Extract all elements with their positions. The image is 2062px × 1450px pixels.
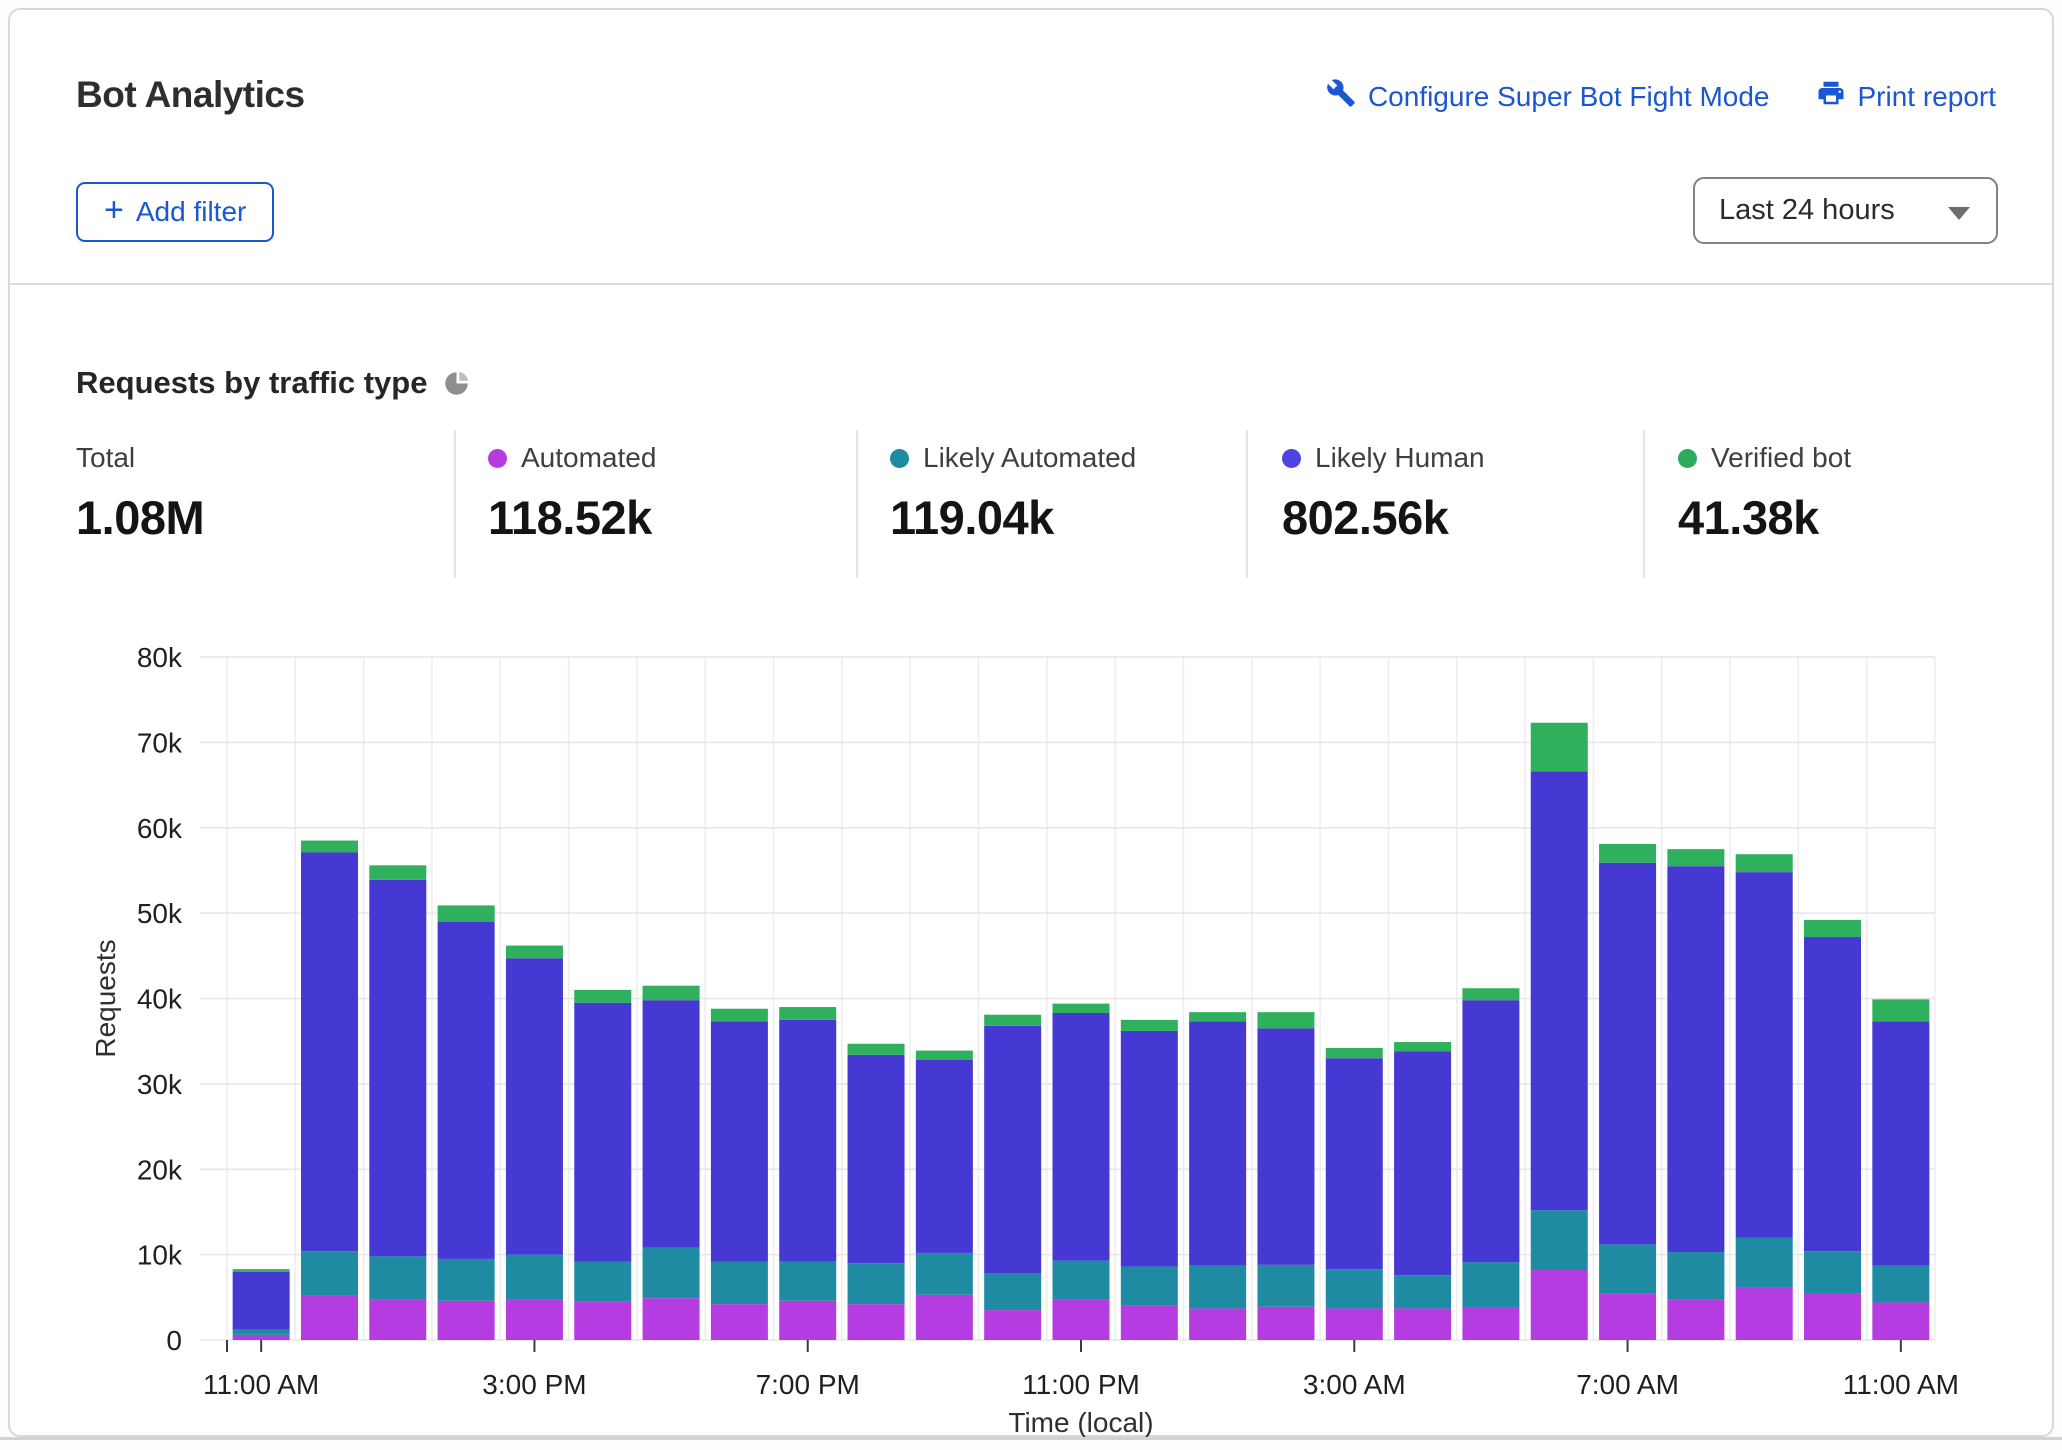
stat-automated: Automated 118.52k <box>488 442 656 545</box>
stat-value: 41.38k <box>1678 490 1851 545</box>
section-title-row: Requests by traffic type <box>76 365 470 401</box>
svg-text:80k: 80k <box>137 642 183 673</box>
svg-text:20k: 20k <box>137 1154 183 1185</box>
svg-text:Time (local): Time (local) <box>1008 1407 1153 1438</box>
automated-dot <box>488 449 507 468</box>
stat-total: Total 1.08M <box>76 442 204 545</box>
printer-icon <box>1816 78 1846 115</box>
svg-text:3:00 AM: 3:00 AM <box>1303 1369 1406 1400</box>
print-report-link[interactable]: Print report <box>1816 78 1997 115</box>
configure-link-label: Configure Super Bot Fight Mode <box>1368 81 1770 113</box>
stat-label: Likely Automated <box>923 442 1136 474</box>
svg-text:60k: 60k <box>137 813 183 844</box>
svg-text:50k: 50k <box>137 898 183 929</box>
svg-text:70k: 70k <box>137 727 183 758</box>
stat-label: Automated <box>521 442 656 474</box>
stat-label: Likely Human <box>1315 442 1485 474</box>
svg-text:Requests: Requests <box>90 939 121 1057</box>
configure-super-bot-fight-mode-link[interactable]: Configure Super Bot Fight Mode <box>1326 78 1770 115</box>
stat-likely-automated: Likely Automated 119.04k <box>890 442 1136 545</box>
likely-automated-dot <box>890 449 909 468</box>
svg-text:0: 0 <box>166 1325 182 1356</box>
add-filter-button[interactable]: + Add filter <box>76 182 274 242</box>
stat-divider <box>1643 430 1645 578</box>
stat-value: 118.52k <box>488 490 656 545</box>
svg-text:10k: 10k <box>137 1240 183 1271</box>
likely-human-dot <box>1282 449 1301 468</box>
stat-likely-human: Likely Human 802.56k <box>1282 442 1485 545</box>
svg-text:11:00 AM: 11:00 AM <box>1843 1369 1959 1400</box>
stat-value: 1.08M <box>76 490 204 545</box>
stat-verified-bot: Verified bot 41.38k <box>1678 442 1851 545</box>
svg-text:7:00 AM: 7:00 AM <box>1576 1369 1679 1400</box>
verified-bot-dot <box>1678 449 1697 468</box>
requests-by-traffic-type-chart: 0 10k 20k 30k 40k 50k 60k 70k 80k 11:00 AM 3:00 PM… <box>52 632 2002 1440</box>
stat-label: Total <box>76 442 135 474</box>
stat-divider <box>856 430 858 578</box>
page: Bot Analytics Configure Super Bot Fight … <box>0 0 2062 1450</box>
svg-text:7:00 PM: 7:00 PM <box>756 1369 860 1400</box>
header-actions: Configure Super Bot Fight Mode Print rep… <box>1326 78 1996 115</box>
svg-text:11:00 AM: 11:00 AM <box>203 1369 319 1400</box>
wrench-icon <box>1326 78 1356 115</box>
svg-text:3:00 PM: 3:00 PM <box>482 1369 586 1400</box>
header-divider <box>10 283 2052 285</box>
chevron-down-icon <box>1948 207 1970 220</box>
page-title: Bot Analytics <box>76 74 305 116</box>
stat-label: Verified bot <box>1711 442 1851 474</box>
add-filter-label: Add filter <box>136 196 247 228</box>
bot-analytics-card: Bot Analytics Configure Super Bot Fight … <box>8 8 2054 1437</box>
time-range-value: Last 24 hours <box>1719 194 1895 227</box>
svg-text:40k: 40k <box>137 984 183 1015</box>
next-section-divider <box>0 1437 2062 1440</box>
time-range-dropdown[interactable]: Last 24 hours <box>1693 177 1998 244</box>
svg-text:30k: 30k <box>137 1069 183 1100</box>
stat-value: 802.56k <box>1282 490 1485 545</box>
stat-divider <box>454 430 456 578</box>
print-link-label: Print report <box>1858 81 1997 113</box>
section-title: Requests by traffic type <box>76 365 427 401</box>
stat-value: 119.04k <box>890 490 1136 545</box>
stat-divider <box>1246 430 1248 578</box>
traffic-stats-row: Total 1.08M Automated 118.52k Likely Aut… <box>10 430 2056 580</box>
svg-text:11:00 PM: 11:00 PM <box>1022 1369 1140 1400</box>
plus-icon: + <box>104 193 124 227</box>
traffic-chart-svg[interactable]: 0 10k 20k 30k 40k 50k 60k 70k 80k 11:00 AM 3:00 PM… <box>52 632 2002 1440</box>
pie-chart-icon <box>443 370 470 397</box>
